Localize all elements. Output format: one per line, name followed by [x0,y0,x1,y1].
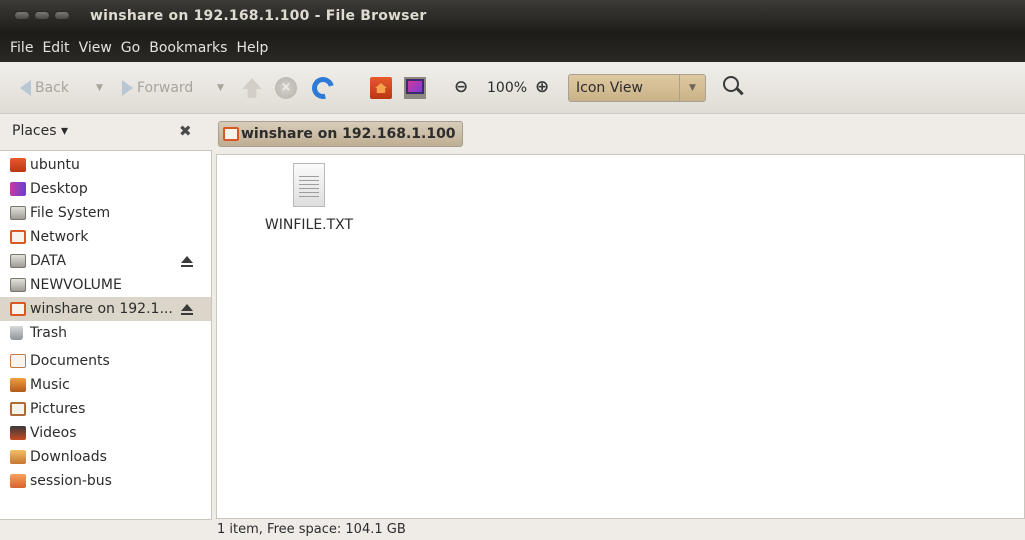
downloads-folder-icon [10,450,26,464]
minimize-window-button[interactable] [34,11,50,20]
eject-icon[interactable] [181,256,193,267]
places-list: ubuntu Desktop File System Network DATA … [0,150,212,520]
sidebar-item-label: DATA [30,253,67,269]
sidebar-item-trash[interactable]: Trash [0,321,211,345]
close-window-button[interactable] [14,11,30,20]
sidebar-item-file-system[interactable]: File System [0,201,211,225]
drive-icon [10,278,26,292]
forward-arrow-icon [122,80,133,96]
trash-icon [10,326,23,340]
sidebar-item-desktop[interactable]: Desktop [0,177,211,201]
menu-view[interactable]: View [79,40,112,56]
network-icon [10,230,26,244]
eject-icon[interactable] [181,304,193,315]
file-view[interactable]: WINFILE.TXT [216,154,1025,519]
drive-icon [10,206,26,220]
file-item[interactable]: WINFILE.TXT [257,163,361,233]
sidebar-item-documents[interactable]: Documents [0,349,211,373]
sidebar: Places ▾ ✖ ubuntu Desktop File System Ne… [0,114,212,540]
file-name: WINFILE.TXT [264,217,354,233]
up-icon[interactable] [242,78,262,98]
documents-folder-icon [10,354,26,368]
view-mode-select[interactable]: Icon View ▼ [568,74,706,102]
menu-go[interactable]: Go [121,40,140,56]
sidebar-item-data[interactable]: DATA [0,249,211,273]
computer-icon[interactable] [404,77,426,99]
back-button[interactable]: Back [20,77,69,99]
sidebar-item-label: ubuntu [30,157,80,173]
sidebar-item-winshare[interactable]: winshare on 192.1... [0,297,211,321]
menu-help[interactable]: Help [236,40,268,56]
menu-bookmarks[interactable]: Bookmarks [149,40,227,56]
view-mode-value: Icon View [576,80,643,96]
breadcrumb-label: winshare on 192.168.1.100 [241,126,456,142]
reload-icon[interactable] [307,72,339,104]
sidebar-item-downloads[interactable]: Downloads [0,445,211,469]
sidebar-item-videos[interactable]: Videos [0,421,211,445]
network-share-icon [10,302,26,316]
stop-icon[interactable]: × [275,77,297,99]
forward-label: Forward [137,80,194,96]
music-folder-icon [10,378,26,392]
back-history-dropdown[interactable]: ▼ [96,77,103,99]
forward-history-dropdown[interactable]: ▼ [217,77,224,99]
sidebar-item-label: Videos [30,425,77,441]
sidebar-item-pictures[interactable]: Pictures [0,397,211,421]
network-share-icon [223,127,239,141]
sidebar-item-ubuntu[interactable]: ubuntu [0,153,211,177]
close-sidebar-icon[interactable]: ✖ [179,122,192,140]
window-controls [14,11,70,20]
zoom-out-icon[interactable]: ⊖ [454,77,468,97]
folder-icon [10,474,26,488]
sidebar-item-label: Music [30,377,70,393]
breadcrumb[interactable]: winshare on 192.168.1.100 [218,121,463,147]
sidebar-item-newvolume[interactable]: NEWVOLUME [0,273,211,297]
desktop-icon [10,182,26,196]
places-dropdown[interactable]: Places ▾ [12,123,68,139]
chevron-down-icon[interactable]: ▼ [679,75,705,101]
sidebar-item-label: NEWVOLUME [30,277,122,293]
toolbar: Back ▼ Forward ▼ × ⊖ 100% ⊕ Icon View ▼ [0,62,1025,114]
sidebar-header: Places ▾ ✖ [0,114,212,150]
maximize-window-button[interactable] [54,11,70,20]
text-file-icon [293,163,325,207]
sidebar-item-label: Desktop [30,181,88,197]
search-icon[interactable] [723,76,739,92]
home-folder-icon [10,158,26,172]
forward-button[interactable]: Forward [122,77,193,99]
sidebar-item-network[interactable]: Network [0,225,211,249]
sidebar-item-label: Pictures [30,401,86,417]
sidebar-item-label: Trash [30,325,67,341]
sidebar-item-label: winshare on 192.1... [30,301,173,317]
sidebar-item-session-bus[interactable]: session-bus [0,469,211,493]
zoom-in-icon[interactable]: ⊕ [535,77,549,97]
sidebar-item-label: session-bus [30,473,112,489]
zoom-level[interactable]: 100% [487,80,527,96]
pictures-folder-icon [10,402,26,416]
drive-icon [10,254,26,268]
title-bar: winshare on 192.168.1.100 - File Browser [0,0,1025,34]
back-label: Back [35,80,69,96]
sidebar-item-label: Downloads [30,449,107,465]
sidebar-item-label: File System [30,205,111,221]
status-bar: 1 item, Free space: 104.1 GB [217,522,406,537]
menu-file[interactable]: File [10,40,33,56]
window-title: winshare on 192.168.1.100 - File Browser [90,8,427,24]
path-bar: winshare on 192.168.1.100 [212,114,1025,154]
menu-edit[interactable]: Edit [42,40,69,56]
sidebar-item-label: Documents [30,353,110,369]
home-icon[interactable] [370,77,392,99]
sidebar-item-music[interactable]: Music [0,373,211,397]
back-arrow-icon [20,80,31,96]
videos-folder-icon [10,426,26,440]
menu-bar: File Edit View Go Bookmarks Help [0,34,1025,62]
sidebar-item-label: Network [30,229,89,245]
